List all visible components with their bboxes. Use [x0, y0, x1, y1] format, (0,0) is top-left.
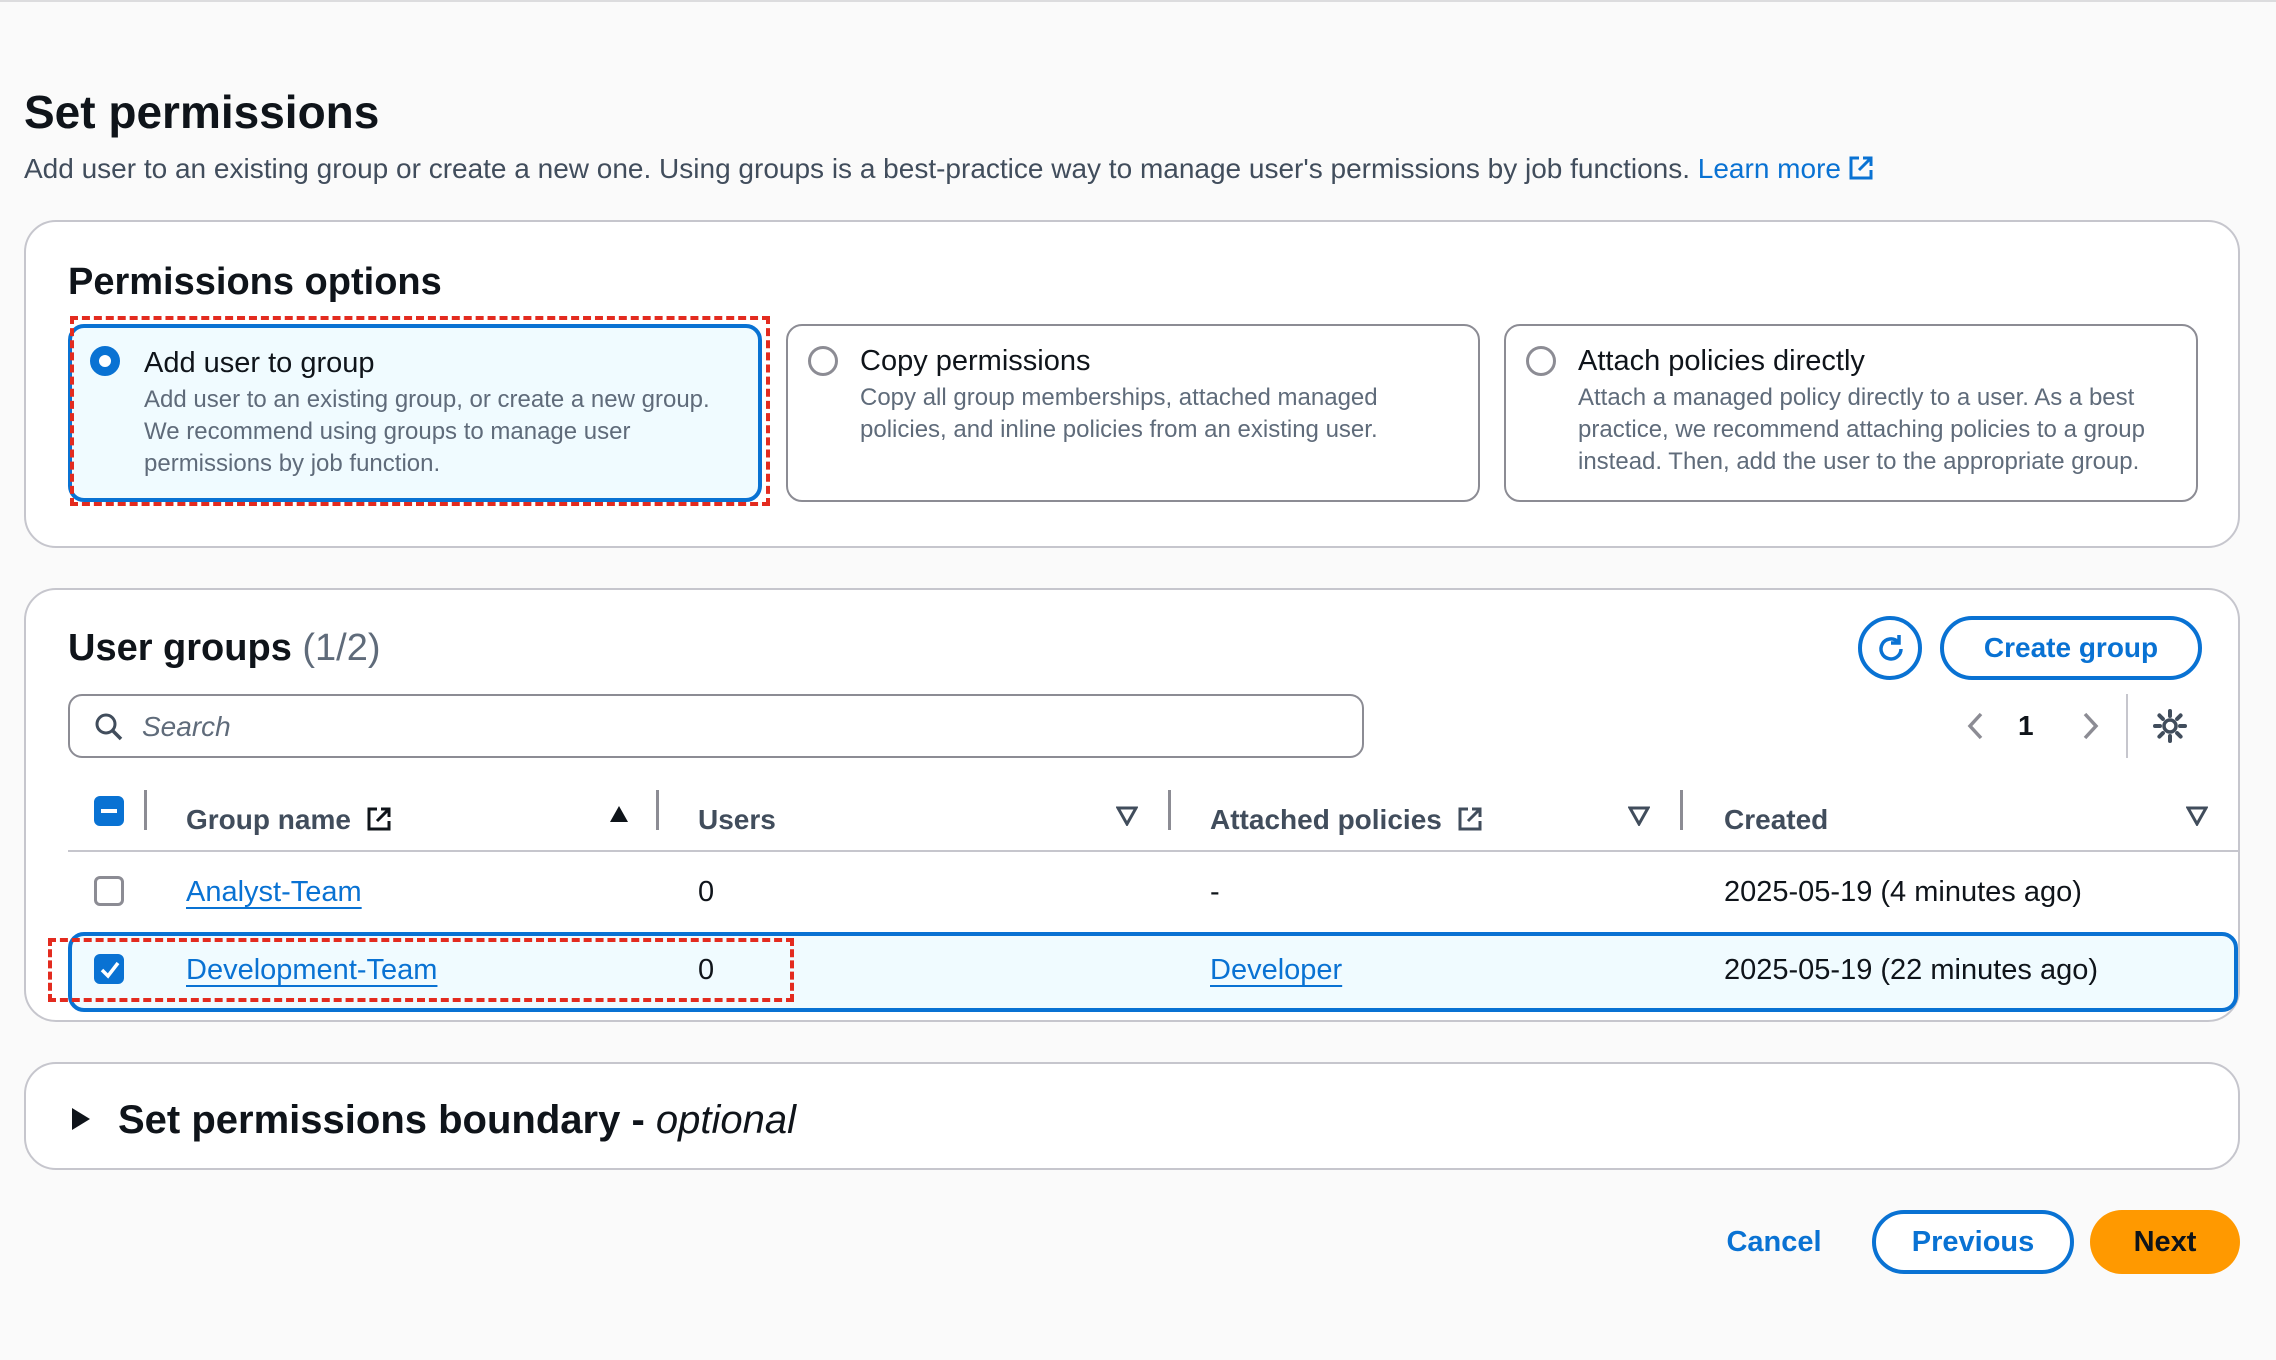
column-label: Attached policies — [1210, 804, 1442, 835]
top-divider — [0, 0, 2276, 2]
user-groups-count: (1/2) — [302, 627, 381, 669]
external-link-icon — [367, 807, 391, 831]
permissions-boundary-toggle[interactable]: Set permissions boundary - optional — [118, 1094, 796, 1146]
row-checkbox[interactable] — [94, 876, 124, 906]
chevron-left-icon[interactable] — [1964, 710, 1988, 742]
sort-caret-down-icon[interactable] — [2186, 806, 2208, 826]
users-count: 0 — [698, 876, 715, 908]
table-header-divider — [68, 850, 2238, 852]
settings-gear-icon[interactable] — [2152, 708, 2188, 744]
page-number[interactable]: 1 — [2018, 706, 2034, 746]
sort-ascending-icon[interactable] — [608, 804, 630, 824]
tile-copy-permissions[interactable]: Copy permissions Copy all group membersh… — [786, 324, 1480, 502]
description-text: Add user to an existing group or create … — [24, 153, 1690, 184]
radio-copy-permissions[interactable] — [808, 346, 838, 376]
policy-link[interactable]: Developer — [1210, 950, 1342, 990]
tile-description: Copy all group memberships, attached man… — [860, 384, 1378, 443]
column-header-users[interactable]: Users — [698, 800, 776, 840]
radio-add-user-to-group[interactable] — [90, 346, 120, 376]
learn-more-label: Learn more — [1697, 153, 1841, 184]
permissions-options-title: Permissions options — [68, 261, 442, 303]
indeterminate-icon — [101, 809, 117, 813]
select-all-checkbox[interactable] — [94, 796, 124, 826]
tile-attach-policies-directly[interactable]: Attach policies directly Attach a manage… — [1504, 324, 2198, 502]
column-header-created[interactable]: Created — [1724, 800, 1828, 840]
create-group-button[interactable]: Create group — [1940, 616, 2202, 680]
users-count: 0 — [698, 954, 715, 986]
user-groups-title: User groups (1/2) — [68, 624, 381, 672]
next-button[interactable]: Next — [2090, 1210, 2240, 1274]
attached-policies: - — [1210, 876, 1220, 908]
search-icon — [95, 713, 123, 741]
column-separator — [1168, 790, 1171, 830]
cancel-button[interactable]: Cancel — [1706, 1210, 1842, 1274]
group-name-link[interactable]: Analyst-Team — [186, 872, 362, 912]
tile-add-user-to-group[interactable]: Add user to group Add user to an existin… — [68, 324, 762, 502]
tile-title: Attach policies directly — [1578, 345, 1865, 377]
column-label: Group name — [186, 804, 351, 835]
created-date: 2025-05-19 (4 minutes ago) — [1724, 876, 2082, 908]
tile-description: Add user to an existing group, or create… — [144, 386, 710, 477]
radio-attach-policies[interactable] — [1526, 346, 1556, 376]
sort-caret-down-icon[interactable] — [1116, 806, 1138, 826]
external-link-icon — [1458, 807, 1482, 831]
refresh-icon — [1879, 635, 1903, 661]
tile-title: Copy permissions — [860, 345, 1091, 377]
caret-right-icon[interactable] — [70, 1106, 92, 1132]
chevron-right-icon[interactable] — [2078, 710, 2102, 742]
row-checkbox[interactable] — [94, 954, 124, 984]
page-description: Add user to an existing group or create … — [24, 150, 1875, 192]
boundary-title-text: Set permissions boundary - — [118, 1098, 656, 1142]
column-header-attached-policies[interactable]: Attached policies — [1210, 800, 1484, 840]
previous-button[interactable]: Previous — [1872, 1210, 2074, 1274]
permissions-boundary-card: Set permissions boundary - optional — [24, 1062, 2240, 1170]
refresh-button[interactable] — [1858, 616, 1922, 680]
column-separator — [1680, 790, 1683, 830]
created-date: 2025-05-19 (22 minutes ago) — [1724, 954, 2099, 986]
checkmark-icon — [100, 961, 120, 979]
column-separator — [144, 790, 147, 830]
page-title: Set permissions — [24, 86, 380, 138]
boundary-optional: optional — [655, 1098, 797, 1142]
sort-caret-down-icon[interactable] — [1628, 806, 1650, 826]
pager-divider — [2126, 694, 2128, 758]
user-groups-card: User groups (1/2) Create group 1 Group n… — [24, 588, 2240, 1022]
user-groups-title-text: User groups — [68, 627, 292, 669]
external-link-icon — [1847, 154, 1875, 192]
column-header-group-name[interactable]: Group name — [186, 800, 393, 840]
learn-more-link[interactable]: Learn more — [1698, 153, 1875, 184]
tile-description: Attach a managed policy directly to a us… — [1578, 384, 2145, 475]
tile-title: Add user to group — [144, 347, 375, 379]
search-input[interactable] — [140, 706, 1344, 748]
column-separator — [656, 790, 659, 830]
group-name-link[interactable]: Development-Team — [186, 950, 437, 990]
permissions-options-card: Permissions options Add user to group Ad… — [24, 220, 2240, 548]
search-field[interactable] — [68, 694, 1364, 758]
